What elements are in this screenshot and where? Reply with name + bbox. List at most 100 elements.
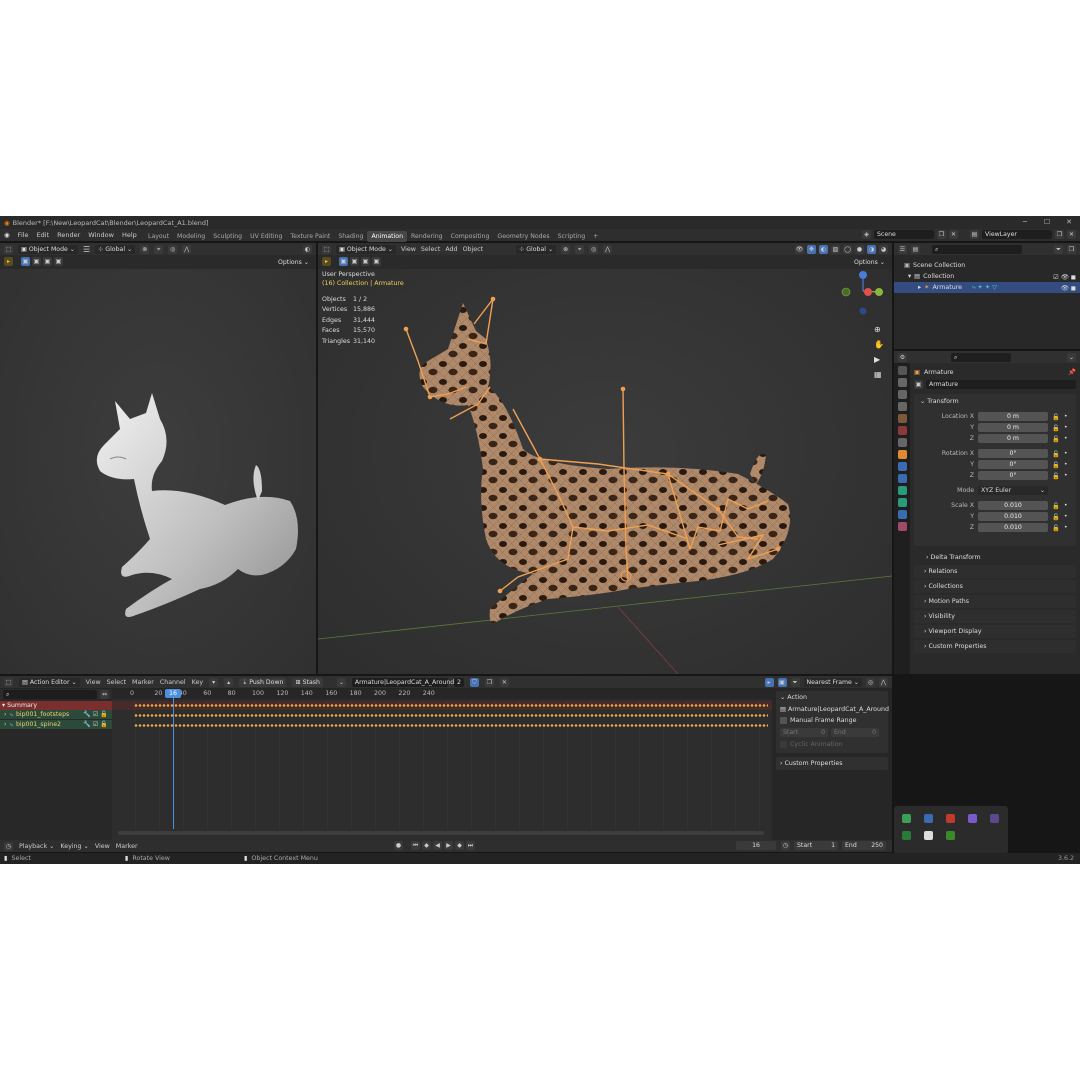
- keyframe-dot-icon[interactable]: •: [1064, 413, 1068, 420]
- tray-sync-icon[interactable]: [902, 831, 911, 840]
- action-browse-icon[interactable]: ⌄: [336, 677, 346, 687]
- editor-type-icon[interactable]: ⬚: [4, 244, 13, 254]
- material-shading-icon[interactable]: ◑: [867, 244, 876, 254]
- left-mode-dropdown[interactable]: ▣ Object Mode ⌄: [18, 244, 78, 254]
- wireframe-shading-icon[interactable]: ◯: [843, 244, 852, 254]
- delta-transform-subpanel[interactable]: › Delta Transform: [926, 554, 981, 561]
- tab-animation[interactable]: Animation: [367, 230, 408, 242]
- start-frame-field[interactable]: Start 1: [794, 841, 838, 850]
- custom-properties-panel[interactable]: › Custom Properties: [914, 640, 1076, 653]
- output-tab-icon[interactable]: [897, 390, 907, 399]
- ae-falloff-icon[interactable]: ⋀: [879, 677, 888, 687]
- ae-custom-properties-panel[interactable]: › Custom Properties: [776, 757, 888, 770]
- channel-spine2[interactable]: › ⤷ bip001_spine2 🔧 ☑ 🔓: [0, 720, 112, 729]
- add-workspace-button[interactable]: +: [589, 231, 602, 242]
- jump-start-icon[interactable]: ⏮: [411, 841, 420, 850]
- expand-collection-icon[interactable]: ▾: [908, 273, 911, 280]
- stash-button[interactable]: ⊞ Stash: [292, 677, 323, 687]
- keyframe-dot-icon[interactable]: •: [1064, 524, 1068, 531]
- rotation-x-field[interactable]: 0°: [978, 449, 1048, 458]
- rendered-shading-icon[interactable]: ◕: [879, 244, 888, 254]
- tab-texture-paint[interactable]: Texture Paint: [286, 231, 334, 242]
- keyframe-dot-icon[interactable]: •: [1064, 461, 1068, 468]
- left-options-dropdown[interactable]: Options ⌄: [274, 258, 312, 267]
- new-viewlayer-icon[interactable]: ❐: [1055, 230, 1064, 239]
- footsteps-keyframes[interactable]: [134, 714, 768, 717]
- close-button[interactable]: ✕: [1058, 216, 1080, 229]
- render-tab-icon[interactable]: [897, 378, 907, 387]
- main-viewport-canvas[interactable]: User Perspective (16) Collection | Armat…: [318, 269, 892, 674]
- show-hidden-icon[interactable]: ▣: [777, 677, 787, 687]
- lock-icon[interactable]: 🔓: [1052, 424, 1060, 432]
- keyframe-dot-icon[interactable]: •: [1064, 513, 1068, 520]
- navigation-gizmo[interactable]: [840, 269, 886, 315]
- view-layer-tab-icon[interactable]: [897, 402, 907, 411]
- action-panel-header[interactable]: ⌄ Action: [780, 694, 884, 701]
- data-type-icon[interactable]: ▣: [914, 380, 923, 389]
- lock-icon[interactable]: 🔓: [1052, 435, 1060, 443]
- channel-toggle-icons[interactable]: 🔧 ☑ 🔓: [83, 710, 108, 719]
- tray-app-icon-purple[interactable]: [968, 814, 977, 823]
- lock-icon[interactable]: 🔓: [1052, 513, 1060, 521]
- next-keyframe-icon[interactable]: ◆: [455, 841, 464, 850]
- unlink-action-icon[interactable]: ✕: [499, 677, 509, 687]
- tool-tab-icon[interactable]: [897, 366, 907, 375]
- swap-icon[interactable]: ⇔: [100, 689, 109, 699]
- previous-action-icon[interactable]: ▾: [209, 677, 219, 687]
- overlays-icon[interactable]: ◐: [819, 244, 828, 254]
- main-menu-view[interactable]: View: [401, 246, 416, 253]
- main-options-dropdown[interactable]: Options ⌄: [850, 258, 888, 267]
- action-users-count[interactable]: 2: [453, 677, 464, 687]
- solid-shading-icon[interactable]: ●: [855, 244, 864, 254]
- camera-icon[interactable]: ▶: [874, 355, 886, 364]
- main-menu-add[interactable]: Add: [445, 246, 457, 253]
- scene-field[interactable]: Scene: [874, 230, 934, 239]
- channel-toggle-icons[interactable]: 🔧 ☑ 🔓: [83, 720, 108, 729]
- menu-help[interactable]: Help: [122, 231, 137, 239]
- main-pivot-icon[interactable]: ⊗: [561, 244, 571, 254]
- bone-tab-icon[interactable]: [897, 498, 907, 507]
- main-editor-type-icon[interactable]: ⬚: [322, 244, 331, 254]
- lock-icon[interactable]: 🔓: [1052, 461, 1060, 469]
- pivot-icon[interactable]: ⊗: [140, 244, 150, 254]
- scale-y-field[interactable]: 0.010: [978, 512, 1048, 521]
- new-collection-icon[interactable]: ❐: [1067, 244, 1076, 254]
- snap-icon[interactable]: ⌖: [154, 244, 164, 254]
- proportional-icon[interactable]: ◎: [168, 244, 178, 254]
- ae-menu-key[interactable]: Key: [192, 679, 203, 686]
- timeline-marker-menu[interactable]: Marker: [116, 843, 138, 850]
- tab-scripting[interactable]: Scripting: [554, 231, 590, 242]
- tray-cloud-icon[interactable]: [924, 831, 933, 840]
- select-mode-subtract-icon[interactable]: ▣: [43, 257, 52, 266]
- lock-icon[interactable]: 🔓: [1052, 413, 1060, 421]
- main-falloff-icon[interactable]: ⋀: [603, 244, 613, 254]
- lock-icon[interactable]: 🔓: [1052, 450, 1060, 458]
- rotation-mode-dropdown[interactable]: XYZ Euler ⌄: [978, 486, 1048, 495]
- delete-viewlayer-icon[interactable]: ✕: [1067, 230, 1076, 239]
- menu-file[interactable]: File: [18, 231, 29, 239]
- main-menu-select[interactable]: Select: [421, 246, 440, 253]
- snap-mode-dropdown[interactable]: Nearest Frame ⌄: [803, 677, 862, 687]
- constraints-tab-icon[interactable]: [897, 510, 907, 519]
- scale-z-field[interactable]: 0.010: [978, 523, 1048, 532]
- menu-window[interactable]: Window: [88, 231, 114, 239]
- summary-channel[interactable]: ▾ Summary: [0, 701, 112, 710]
- push-down-button[interactable]: ⇣ Push Down: [239, 677, 287, 687]
- outliner-editor-icon[interactable]: ☰: [898, 244, 907, 254]
- channel-footsteps[interactable]: › ⤷ bip001_footsteps 🔧 ☑ 🔓: [0, 710, 112, 719]
- relations-panel[interactable]: › Relations: [914, 565, 1076, 578]
- timeline-view-menu[interactable]: View: [95, 843, 110, 850]
- keyframe-dot-icon[interactable]: •: [1064, 502, 1068, 509]
- falloff-icon[interactable]: ⋀: [182, 244, 192, 254]
- properties-search-input[interactable]: ⌕: [951, 352, 1011, 362]
- keyframe-area[interactable]: 0 20 40 60 80 100 120 140 160 180 200 220 240 16: [112, 689, 772, 840]
- current-frame-field[interactable]: 16: [736, 841, 776, 850]
- channel-search-input[interactable]: ⌕: [3, 689, 97, 699]
- tab-uv-editing[interactable]: UV Editing: [246, 231, 286, 242]
- action-name-field[interactable]: Armature|LeopardCat_A_Around: [351, 677, 454, 687]
- tab-rendering[interactable]: Rendering: [407, 231, 447, 242]
- ae-menu-view[interactable]: View: [86, 679, 101, 686]
- tab-layout[interactable]: Layout: [144, 231, 173, 242]
- keyframe-dot-icon[interactable]: •: [1064, 424, 1068, 431]
- main-menu-object[interactable]: Object: [463, 246, 484, 253]
